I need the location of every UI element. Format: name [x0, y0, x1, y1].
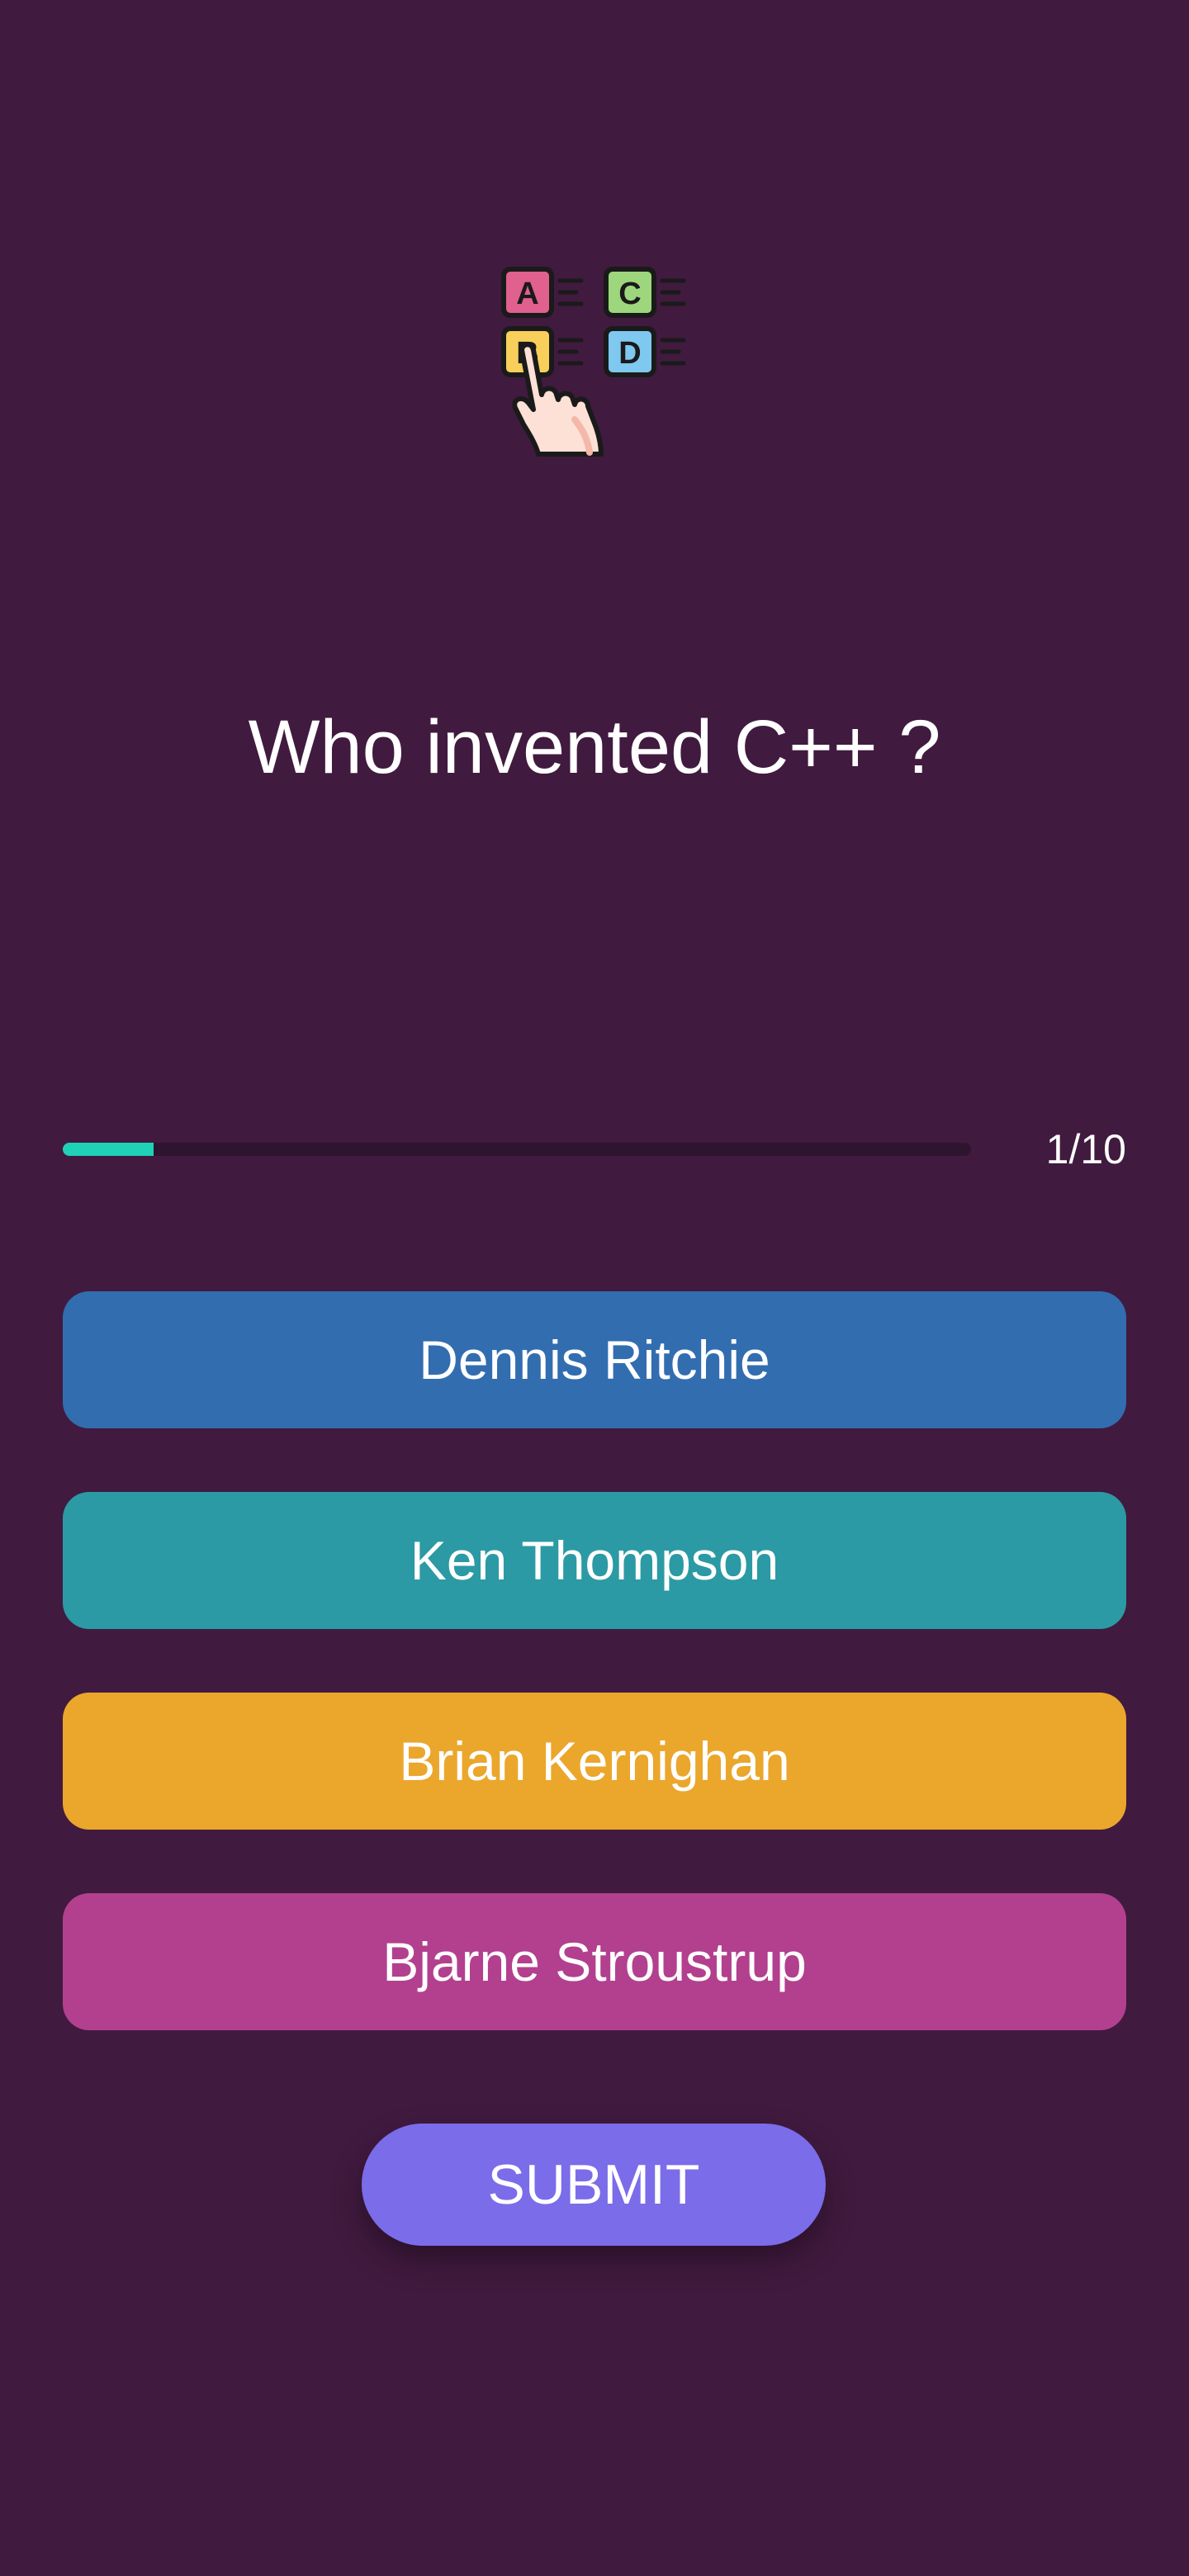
answer-option-4[interactable]: Bjarne Stroustrup [63, 1893, 1126, 2030]
answer-option-2[interactable]: Ken Thompson [63, 1492, 1126, 1629]
svg-text:D: D [618, 336, 641, 371]
submit-button[interactable]: SUBMIT [362, 2124, 826, 2246]
progress-bar [63, 1143, 971, 1156]
question-text: Who invented C++ ? [248, 705, 941, 789]
answer-option-1[interactable]: Dennis Ritchie [63, 1291, 1126, 1428]
svg-text:A: A [516, 277, 538, 311]
svg-text:C: C [618, 277, 641, 311]
quiz-options-icon: A C B D [495, 263, 694, 457]
progress-count: 1/10 [1045, 1126, 1126, 1172]
progress-bar-fill [63, 1143, 154, 1156]
answer-option-3[interactable]: Brian Kernighan [63, 1693, 1126, 1830]
